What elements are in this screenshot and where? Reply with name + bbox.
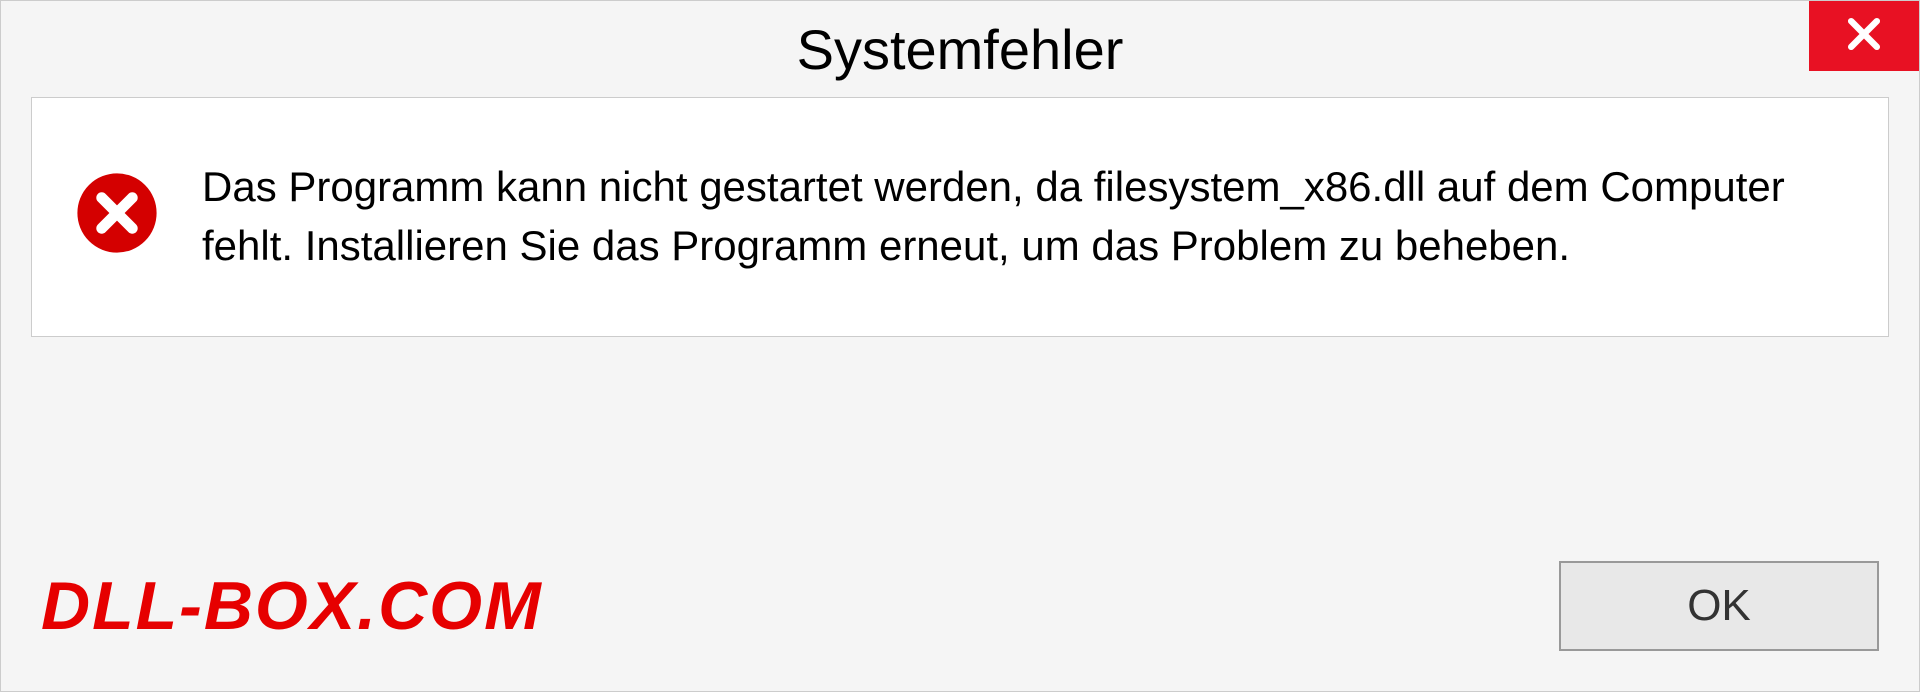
ok-button[interactable]: OK — [1559, 561, 1879, 651]
titlebar: Systemfehler — [1, 1, 1919, 97]
watermark-text: DLL-BOX.COM — [41, 567, 543, 645]
error-message: Das Programm kann nicht gestartet werden… — [202, 158, 1848, 276]
close-button[interactable] — [1809, 1, 1919, 71]
error-dialog: Systemfehler Das Programm kann nicht ges… — [0, 0, 1920, 692]
close-icon — [1842, 12, 1886, 61]
dialog-title: Systemfehler — [797, 17, 1124, 82]
error-icon — [72, 168, 162, 258]
content-panel: Das Programm kann nicht gestartet werden… — [31, 97, 1889, 337]
dialog-footer: DLL-BOX.COM OK — [1, 531, 1919, 691]
